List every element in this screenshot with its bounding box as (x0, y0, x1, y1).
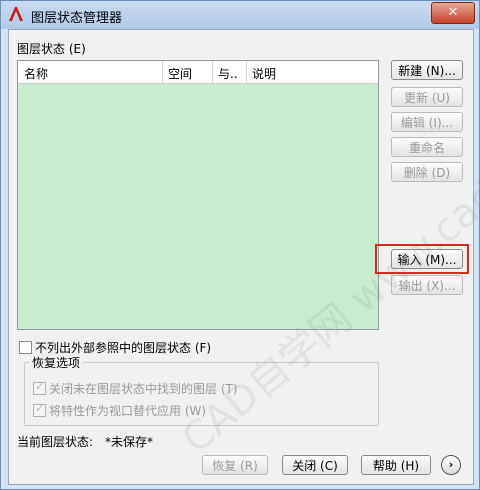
window-title: 图层状态管理器 (31, 11, 123, 26)
update-button[interactable]: 更新 (U) (391, 87, 463, 107)
current-state-label: 当前图层状态: (17, 435, 94, 449)
layer-state-manager-window: 图层状态管理器 ✕ 图层状态 (E) 名称 空间 与.. 说明 新建 (N)..… (0, 0, 480, 490)
expand-arrow-icon[interactable]: › (441, 455, 461, 475)
layer-states-label: 图层状态 (E) (17, 42, 86, 56)
rename-button[interactable]: 重命名 (391, 137, 463, 157)
dialog-body: 图层状态 (E) 名称 空间 与.. 说明 新建 (N)... 更新 (U) 编… (8, 29, 480, 485)
title-bar[interactable]: 图层状态管理器 ✕ (1, 1, 479, 29)
column-name[interactable]: 名称 (24, 65, 48, 82)
delete-button[interactable]: 删除 (D) (391, 162, 463, 182)
close-window-button[interactable]: ✕ (431, 2, 475, 24)
column-divider[interactable] (212, 61, 213, 83)
check-mark-icon: ✓ (35, 402, 45, 415)
close-button[interactable]: 关闭 (C) (282, 455, 348, 475)
help-button[interactable]: 帮助 (H) (361, 455, 431, 475)
restore-button[interactable]: 恢复 (R) (202, 455, 268, 475)
column-divider[interactable] (246, 61, 247, 83)
list-header: 名称 空间 与.. 说明 (18, 61, 378, 84)
import-button[interactable]: 输入 (M)... (391, 249, 463, 269)
check-mark-icon: ✓ (35, 380, 45, 393)
autocad-logo-icon (9, 7, 23, 21)
column-description[interactable]: 说明 (252, 65, 276, 82)
edit-button[interactable]: 编辑 (I)... (391, 112, 463, 132)
new-button[interactable]: 新建 (N)... (391, 60, 463, 80)
turn-off-layers-label[interactable]: 关闭未在图层状态中找到的图层 (T) (49, 380, 238, 397)
turn-off-layers-checkbox[interactable]: ✓ (33, 380, 46, 395)
current-state-value: *未保存* (105, 435, 154, 449)
layer-states-list[interactable]: 名称 空间 与.. 说明 (17, 60, 379, 330)
column-same[interactable]: 与.. (218, 65, 238, 82)
exclude-xref-checkbox[interactable] (19, 341, 32, 354)
viewport-override-checkbox[interactable]: ✓ (33, 402, 46, 417)
export-button[interactable]: 输出 (X)... (391, 275, 463, 295)
viewport-override-label[interactable]: 将特性作为视口替代应用 (W) (49, 402, 206, 419)
column-space[interactable]: 空间 (168, 65, 192, 82)
restore-options-title: 恢复选项 (29, 354, 84, 371)
column-divider[interactable] (162, 61, 163, 83)
